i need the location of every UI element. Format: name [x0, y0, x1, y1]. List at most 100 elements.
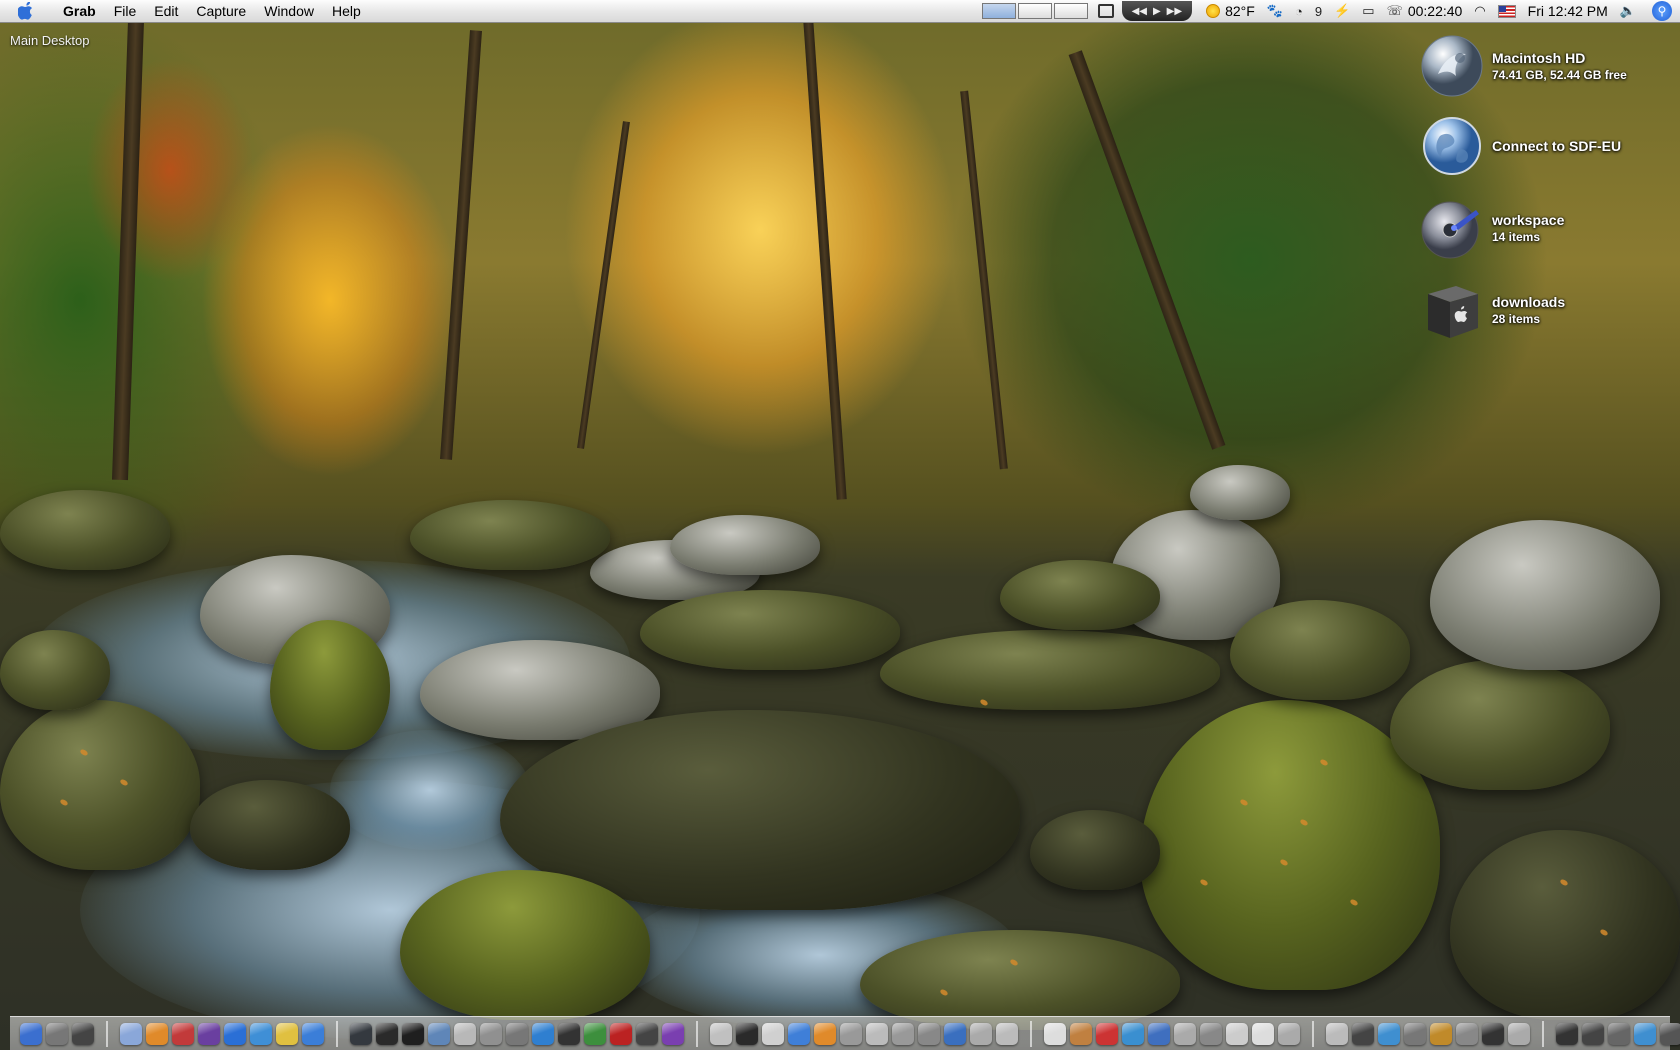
wifi-icon[interactable]: ◠	[1474, 3, 1485, 19]
dock-app-icon[interactable]	[944, 1022, 966, 1045]
dock-app-icon[interactable]	[302, 1022, 324, 1045]
battery-glyph[interactable]: 9	[1315, 4, 1322, 19]
dock-app-icon[interactable]	[20, 1022, 42, 1045]
dock-app-icon[interactable]	[1634, 1022, 1656, 1045]
dock-separator	[1312, 1020, 1314, 1047]
dock-app-icon[interactable]	[276, 1022, 298, 1045]
menu-capture[interactable]: Capture	[187, 0, 255, 22]
menu-file[interactable]: File	[105, 0, 146, 22]
desktop-icon-detail: 74.41 GB, 52.44 GB free	[1492, 68, 1627, 82]
dock-app-icon[interactable]	[480, 1022, 502, 1045]
dock-app-icon[interactable]	[376, 1022, 398, 1045]
space-2[interactable]	[1017, 3, 1052, 19]
dock-app-icon[interactable]	[1122, 1022, 1144, 1045]
apple-icon[interactable]	[16, 2, 36, 20]
menu-extras: ◀◀ ▶ ▶▶ 82°F 🐾 ◔ 9 ⚡ ▭ ☏ 00:22:40 ◠ Fri …	[981, 0, 1680, 22]
dock-app-icon[interactable]	[1660, 1022, 1680, 1045]
dock-app-icon[interactable]	[710, 1022, 732, 1045]
dock-app-icon[interactable]	[762, 1022, 784, 1045]
dock-app-icon[interactable]	[1174, 1022, 1196, 1045]
dock-app-icon[interactable]	[1278, 1022, 1300, 1045]
menu-help[interactable]: Help	[323, 0, 370, 22]
desktop-icon-macintosh-hd[interactable]: Macintosh HD 74.41 GB, 52.44 GB free	[1420, 34, 1627, 98]
dock-app-icon[interactable]	[788, 1022, 810, 1045]
dock-app-icon[interactable]	[1608, 1022, 1630, 1045]
menu-window[interactable]: Window	[255, 0, 323, 22]
dock-app-icon[interactable]	[146, 1022, 168, 1045]
desktop-space-label: Main Desktop	[10, 33, 90, 48]
box-icon	[1428, 286, 1478, 338]
dock-app-icon[interactable]	[428, 1022, 450, 1045]
uptime-menu[interactable]: ☏ 00:22:40	[1387, 3, 1463, 19]
dock	[10, 1016, 1680, 1050]
dock-app-icon[interactable]	[1070, 1022, 1092, 1045]
dock-app-icon[interactable]	[1582, 1022, 1604, 1045]
dock-app-icon[interactable]	[584, 1022, 606, 1045]
dock-app-icon[interactable]	[506, 1022, 528, 1045]
dock-app-icon[interactable]	[636, 1022, 658, 1045]
dock-app-icon[interactable]	[970, 1022, 992, 1045]
dock-app-icon[interactable]	[1096, 1022, 1118, 1045]
dock-app-icon[interactable]	[866, 1022, 888, 1045]
input-menu[interactable]	[1497, 4, 1516, 18]
play-icon[interactable]: ▶	[1153, 6, 1161, 17]
clock-text[interactable]: Fri 12:42 PM	[1528, 3, 1608, 19]
spaces-switcher[interactable]	[981, 3, 1088, 19]
dock-app-icon[interactable]	[1200, 1022, 1222, 1045]
window-switcher-icon[interactable]	[1097, 4, 1114, 18]
dock-separator	[106, 1020, 108, 1047]
dock-app-icon[interactable]	[558, 1022, 580, 1045]
dock-app-icon[interactable]	[198, 1022, 220, 1045]
dock-app-icon[interactable]	[1352, 1022, 1374, 1045]
dock-app-icon[interactable]	[840, 1022, 862, 1045]
space-3[interactable]	[1053, 3, 1088, 19]
desktop-icon-connect-sdf-eu[interactable]: Connect to SDF-EU	[1420, 114, 1621, 178]
dock-app-icon[interactable]	[1326, 1022, 1348, 1045]
dock-app-icon[interactable]	[1430, 1022, 1452, 1045]
dock-app-icon[interactable]	[532, 1022, 554, 1045]
itunes-controls[interactable]: ◀◀ ▶ ▶▶	[1121, 1, 1193, 21]
dock-app-icon[interactable]	[454, 1022, 476, 1045]
script-icon[interactable]: ⚡	[1334, 3, 1350, 19]
dock-app-icon[interactable]	[1456, 1022, 1478, 1045]
dock-app-icon[interactable]	[610, 1022, 632, 1045]
weather-menu[interactable]: 82°F	[1206, 3, 1255, 19]
temperature-text: 82°F	[1225, 3, 1255, 19]
dock-app-icon[interactable]	[814, 1022, 836, 1045]
volume-icon[interactable]: 🔈	[1620, 3, 1636, 19]
dock-app-icon[interactable]	[1044, 1022, 1066, 1045]
dock-app-icon[interactable]	[402, 1022, 424, 1045]
dock-app-icon[interactable]	[120, 1022, 142, 1045]
paw-icon[interactable]: 🐾	[1267, 3, 1283, 19]
dock-app-icon[interactable]	[350, 1022, 372, 1045]
menu-app-name[interactable]: Grab	[54, 0, 105, 22]
desktop-icon-downloads[interactable]: downloads 28 items	[1420, 278, 1565, 342]
dock-app-icon[interactable]	[662, 1022, 684, 1045]
dock-app-icon[interactable]	[1482, 1022, 1504, 1045]
dock-app-icon[interactable]	[1556, 1022, 1578, 1045]
dock-separator	[336, 1020, 338, 1047]
dock-app-icon[interactable]	[1378, 1022, 1400, 1045]
dock-app-icon[interactable]	[918, 1022, 940, 1045]
dock-app-icon[interactable]	[250, 1022, 272, 1045]
next-track-icon[interactable]: ▶▶	[1167, 6, 1182, 17]
space-1[interactable]	[981, 3, 1016, 19]
dock-app-icon[interactable]	[736, 1022, 758, 1045]
dock-app-icon[interactable]	[72, 1022, 94, 1045]
spotlight-icon[interactable]: ⚲	[1652, 1, 1672, 21]
dock-app-icon[interactable]	[172, 1022, 194, 1045]
dock-app-icon[interactable]	[1404, 1022, 1426, 1045]
dock-app-icon[interactable]	[1252, 1022, 1274, 1045]
gauge-icon[interactable]: ◔	[1295, 4, 1303, 19]
dock-app-icon[interactable]	[46, 1022, 68, 1045]
desktop-icon-workspace[interactable]: workspace 14 items	[1420, 196, 1564, 260]
display-icon[interactable]: ▭	[1362, 3, 1374, 19]
dock-app-icon[interactable]	[1148, 1022, 1170, 1045]
dock-app-icon[interactable]	[892, 1022, 914, 1045]
menu-edit[interactable]: Edit	[145, 0, 187, 22]
dock-app-icon[interactable]	[1226, 1022, 1248, 1045]
dock-app-icon[interactable]	[996, 1022, 1018, 1045]
dock-app-icon[interactable]	[224, 1022, 246, 1045]
previous-track-icon[interactable]: ◀◀	[1132, 6, 1147, 17]
dock-app-icon[interactable]	[1508, 1022, 1530, 1045]
